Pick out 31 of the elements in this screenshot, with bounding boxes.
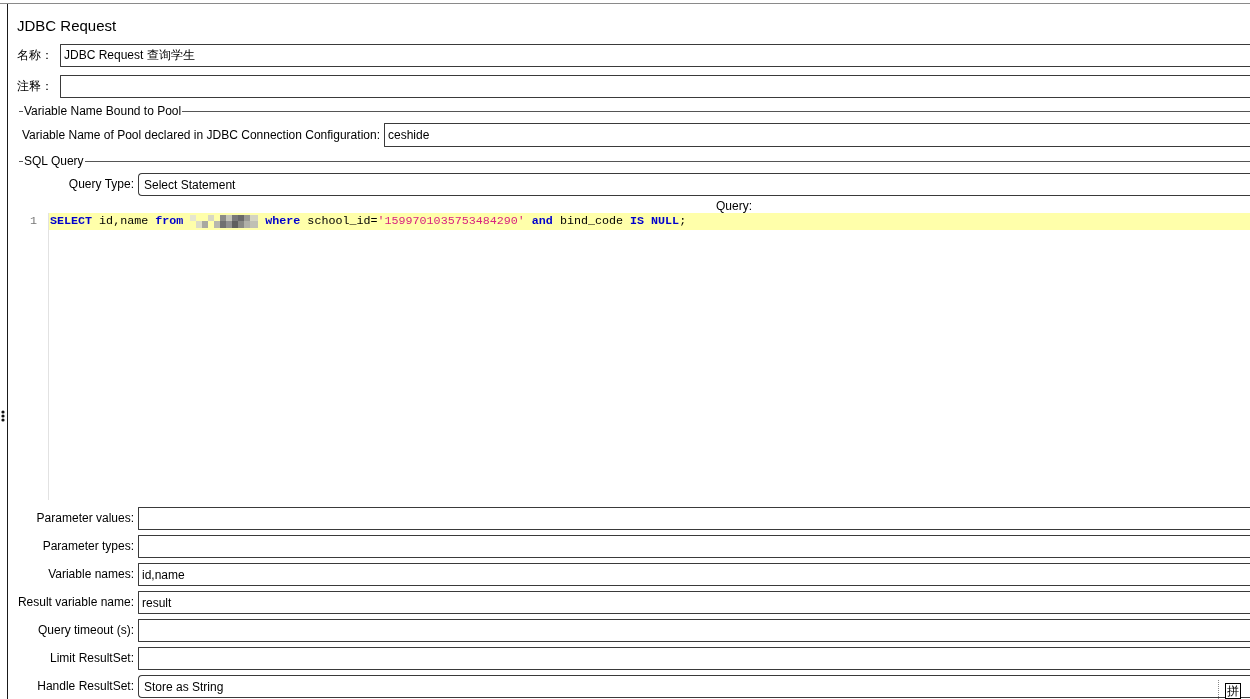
field-label: Variable Name of Pool declared in JDBC Connection Configuration: — [22, 127, 380, 143]
editor-label: Query: — [716, 200, 752, 213]
dropdown-field[interactable]: Select Statement — [138, 173, 1250, 196]
text-field[interactable]: ceshide — [384, 123, 1250, 147]
group-title: Variable Name Bound to Pool — [23, 104, 183, 118]
pixelated-patch — [190, 215, 259, 228]
panel-title: JDBC Request — [17, 17, 117, 34]
group-title: SQL Query — [23, 154, 85, 168]
field-label: Parameter types: — [42, 539, 134, 554]
ime-mode-indicator[interactable]: 拼 — [1225, 683, 1241, 699]
code-text: SELECT id,name from — [50, 214, 184, 229]
text-field[interactable]: id,name — [138, 563, 1250, 586]
text-field[interactable] — [138, 647, 1250, 670]
field-label: 注释： — [17, 79, 53, 94]
field-label: 名称： — [17, 48, 53, 63]
field-label: Variable names: — [48, 567, 134, 582]
text-field[interactable] — [138, 535, 1250, 558]
code-text: where school_id='1599701035753484290' and bind_code IS NULL; — [265, 214, 687, 229]
text-field[interactable] — [138, 619, 1250, 642]
line-number: 1 — [30, 214, 37, 229]
field-label: Query Type: — [68, 177, 134, 192]
drag-handle-icon[interactable] — [1, 410, 5, 422]
field-label: Result variable name: — [17, 595, 134, 610]
text-field[interactable] — [60, 75, 1250, 98]
field-label: Limit ResultSet: — [49, 651, 134, 666]
text-field[interactable]: result — [138, 591, 1250, 614]
field-label: Handle ResultSet: — [37, 679, 134, 694]
text-field[interactable] — [138, 507, 1250, 530]
text-field[interactable]: JDBC Request 查询学生 — [60, 44, 1250, 67]
field-label: Parameter values: — [36, 511, 134, 526]
field-label: Query timeout (s): — [37, 623, 134, 638]
